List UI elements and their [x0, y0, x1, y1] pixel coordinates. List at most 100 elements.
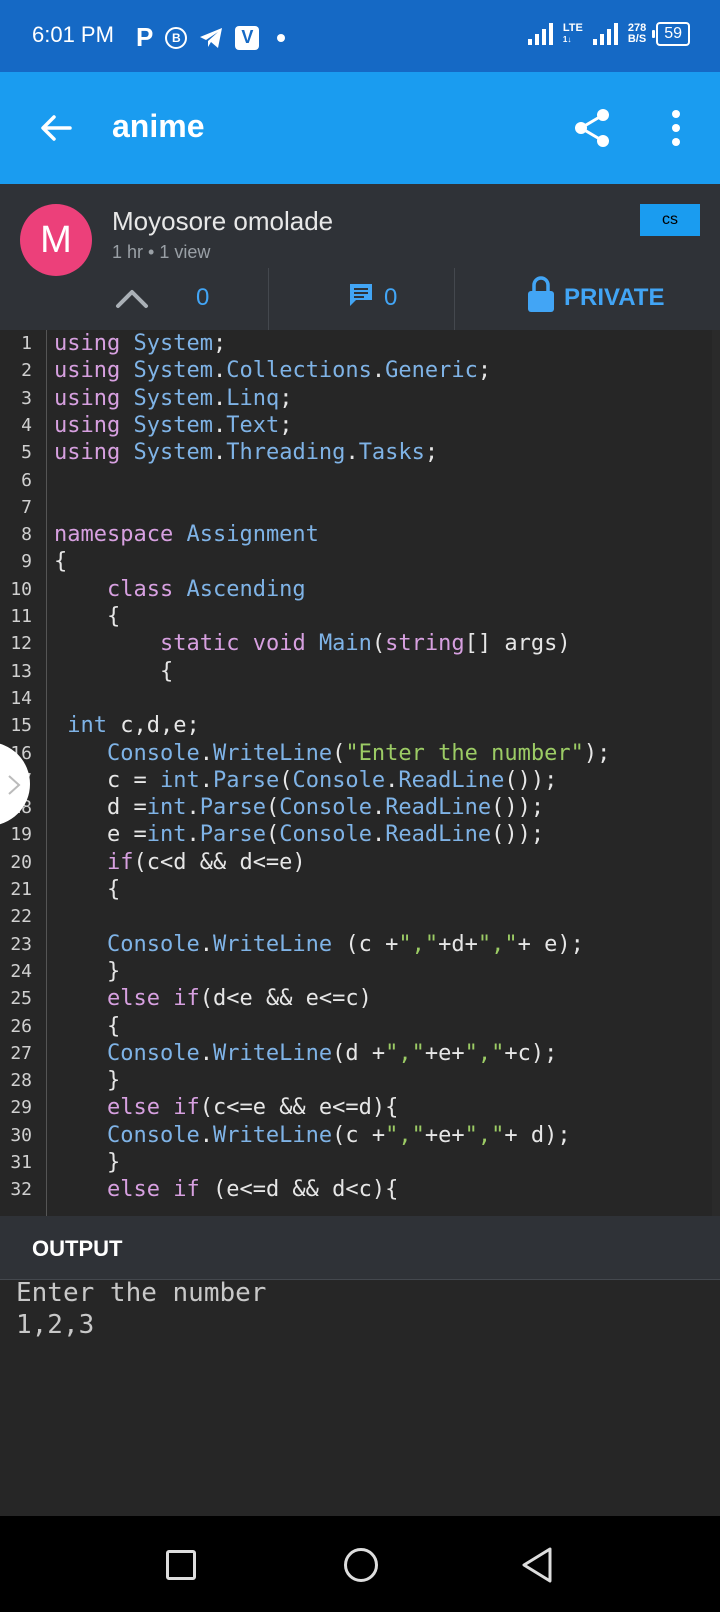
- code-text: {: [54, 658, 173, 686]
- code-token: c =: [106, 767, 160, 793]
- output-header: OUTPUT: [0, 1216, 720, 1280]
- language-badge: cs: [640, 204, 700, 236]
- triangle-back-icon[interactable]: [520, 1546, 554, 1584]
- code-token: ReadLine: [385, 795, 492, 821]
- code-token: Console: [106, 740, 200, 766]
- code-text: e =int.Parse(Console.ReadLine());: [54, 821, 544, 849]
- code-line: 21 {: [0, 876, 712, 904]
- code-line: 30 Console.WriteLine(c +","+e+","+ d);: [0, 1122, 712, 1150]
- comment-icon[interactable]: [348, 282, 374, 308]
- line-number: 25: [10, 988, 32, 1010]
- code-token: ",": [464, 1122, 505, 1148]
- code-token: ;: [279, 412, 293, 438]
- network-type: LTE 1↓: [562, 22, 583, 45]
- code-text: using System;: [54, 330, 226, 358]
- notification-dot-icon: [277, 33, 286, 42]
- code-token: (: [332, 740, 346, 766]
- network-speed: 278 B/S: [627, 22, 647, 45]
- upvote-icon[interactable]: [114, 280, 150, 316]
- code-token: ",": [398, 931, 439, 957]
- code-token: System: [133, 331, 213, 356]
- divider: [268, 268, 269, 330]
- code-line: 20 if(c<d && d<=e): [0, 849, 712, 877]
- code-token: [] args): [464, 631, 571, 657]
- code-token: int: [67, 713, 107, 739]
- code-token: using: [54, 358, 121, 384]
- code-token: ",": [464, 1040, 505, 1066]
- code-line: 3 using System.Linq;: [0, 385, 712, 413]
- code-text: using System.Collections.Generic;: [54, 357, 491, 385]
- code-token: Console: [292, 767, 386, 793]
- line-number: 5: [21, 442, 32, 464]
- code-scrollbar[interactable]: [712, 330, 720, 1216]
- code-line: 28 }: [0, 1067, 712, 1095]
- line-number: 13: [10, 660, 32, 682]
- code-token: (c +: [332, 1122, 386, 1148]
- code-token: {: [106, 604, 121, 629]
- code-token: WriteLine: [212, 1122, 333, 1148]
- code-token: WriteLine: [212, 931, 333, 957]
- code-line: 18 d =int.Parse(Console.ReadLine());: [0, 794, 712, 822]
- code-token: Assignment: [186, 522, 319, 548]
- code-line: 23 Console.WriteLine (c +","+d+","+ e);: [0, 931, 712, 959]
- post-meta: 1 hr • 1 view: [112, 242, 211, 262]
- code-text: using System.Linq;: [54, 385, 292, 413]
- output-console: Enter the number 1,2,3: [0, 1278, 720, 1516]
- code-token: +e+: [424, 1040, 465, 1066]
- square-icon[interactable]: [166, 1550, 196, 1580]
- code-text: Console.WriteLine(d +","+e+","+c);: [54, 1040, 557, 1068]
- signal-icon-2: [592, 23, 618, 45]
- code-line: 14: [0, 685, 712, 713]
- line-number: 27: [10, 1042, 32, 1064]
- code-token: Tasks: [358, 440, 425, 466]
- code-token: .: [186, 795, 200, 821]
- code-token: else: [106, 1177, 160, 1203]
- code-token: + e);: [517, 931, 584, 957]
- code-line: 19 e =int.Parse(Console.ReadLine());: [0, 821, 712, 849]
- code-token: .: [199, 767, 213, 793]
- output-line: 1,2,3: [16, 1310, 95, 1340]
- code-token: Linq: [226, 385, 280, 411]
- code-token: using: [54, 331, 121, 356]
- code-token: System: [133, 412, 213, 438]
- privacy-label[interactable]: PRIVATE: [564, 284, 664, 312]
- lock-icon[interactable]: [526, 274, 556, 314]
- code-line: 32 else if (e<=d && d<c){: [0, 1176, 712, 1204]
- arrow-left-icon[interactable]: [36, 108, 76, 148]
- code-token: Ascending: [186, 576, 306, 602]
- code-token: void: [252, 631, 306, 657]
- circle-icon[interactable]: [344, 1548, 378, 1582]
- code-line: 27 Console.WriteLine(d +","+e+","+c);: [0, 1040, 712, 1068]
- code-token: .: [186, 822, 200, 848]
- avatar[interactable]: M: [20, 204, 92, 276]
- code-line: 4 using System.Text;: [0, 412, 712, 440]
- line-number: 26: [10, 1015, 32, 1037]
- more-vert-icon[interactable]: [666, 108, 686, 148]
- code-text: }: [54, 958, 120, 986]
- app-b-icon: B: [165, 26, 188, 49]
- line-number: 3: [21, 387, 32, 409]
- status-bar: 6:01 PM P B V LTE 1↓ 278 B/S 59: [0, 0, 720, 72]
- code-token: ());: [504, 767, 558, 793]
- code-line: 11 {: [0, 603, 712, 631]
- line-number: 23: [10, 933, 32, 955]
- author-name[interactable]: Moyosore omolade: [112, 206, 333, 237]
- share-icon[interactable]: [570, 106, 614, 150]
- code-editor[interactable]: 1 using System; 2 using System.Collections.…: [0, 330, 712, 1216]
- code-token: .: [212, 440, 227, 466]
- code-token: (e<=d && d<c){: [199, 1177, 399, 1203]
- code-token: .: [371, 795, 386, 821]
